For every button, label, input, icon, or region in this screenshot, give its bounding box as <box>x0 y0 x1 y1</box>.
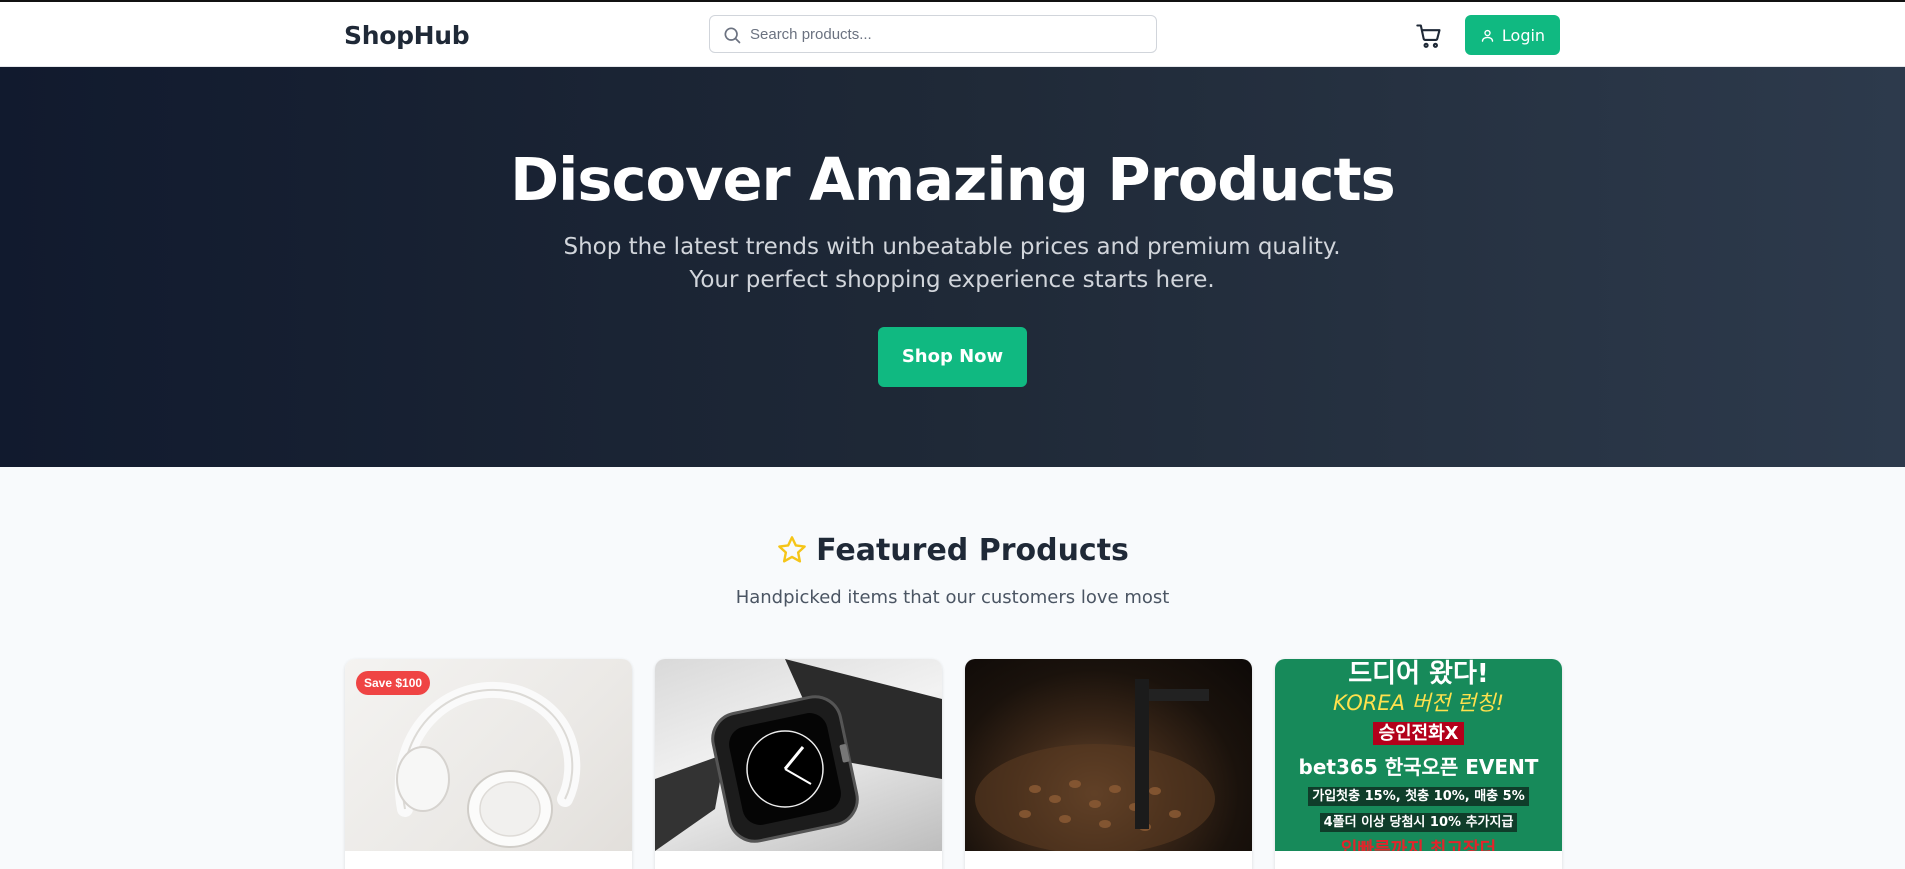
smartwatch-image <box>655 659 942 851</box>
coffee-beans-icon <box>975 679 1215 854</box>
watch-icon <box>655 659 942 851</box>
login-label: Login <box>1501 25 1546 45</box>
featured-heading: Featured Products <box>0 530 1905 570</box>
search-input[interactable] <box>750 16 1150 52</box>
headphones-image: Save $100 <box>345 659 632 851</box>
hero-title: Discover Amazing Products <box>510 145 1396 214</box>
product-card[interactable]: 드디어 왔다! KOREA 버전 런칭! 승인전화X bet365 한국오픈 E… <box>1275 659 1562 869</box>
product-card[interactable] <box>655 659 942 869</box>
login-button[interactable]: Login <box>1465 15 1560 55</box>
ad-banner-image: 드디어 왔다! KOREA 버전 런칭! 승인전화X bet365 한국오픈 E… <box>1275 659 1562 860</box>
shop-now-button[interactable]: Shop Now <box>878 327 1027 387</box>
ad-line: 가입첫충 15%, 첫충 10%, 매충 5% <box>1308 787 1529 806</box>
cart-button[interactable] <box>1415 22 1443 50</box>
ad-line: KOREA 버전 런칭! <box>1332 691 1504 715</box>
discount-badge: Save $100 <box>356 671 431 695</box>
product-card[interactable]: Save $100 <box>345 659 632 869</box>
ad-line: 4폴더 이상 당첨시 10% 추가지급 <box>1319 813 1518 832</box>
product-card[interactable] <box>965 659 1252 869</box>
featured-subtitle: Handpicked items that our customers love… <box>735 587 1170 608</box>
cart-icon <box>1416 24 1441 48</box>
search-icon <box>724 27 741 44</box>
ad-line: 드디어 왔다! <box>1348 659 1489 689</box>
search-bar[interactable] <box>709 15 1157 53</box>
logo[interactable]: ShopHub <box>344 21 470 50</box>
site-header: ShopHub Login <box>0 2 1905 67</box>
user-icon <box>1481 29 1494 42</box>
featured-title: Featured Products <box>816 532 1129 568</box>
coffee-image <box>965 659 1252 854</box>
star-icon <box>778 536 806 563</box>
ad-line: 승인전화X <box>1373 722 1464 745</box>
hero-subtitle: Shop the latest trends with unbeatable p… <box>563 234 1341 293</box>
ad-line: bet365 한국오픈 EVENT <box>1298 755 1539 779</box>
hero-banner: Discover Amazing Products Shop the lates… <box>0 67 1905 467</box>
